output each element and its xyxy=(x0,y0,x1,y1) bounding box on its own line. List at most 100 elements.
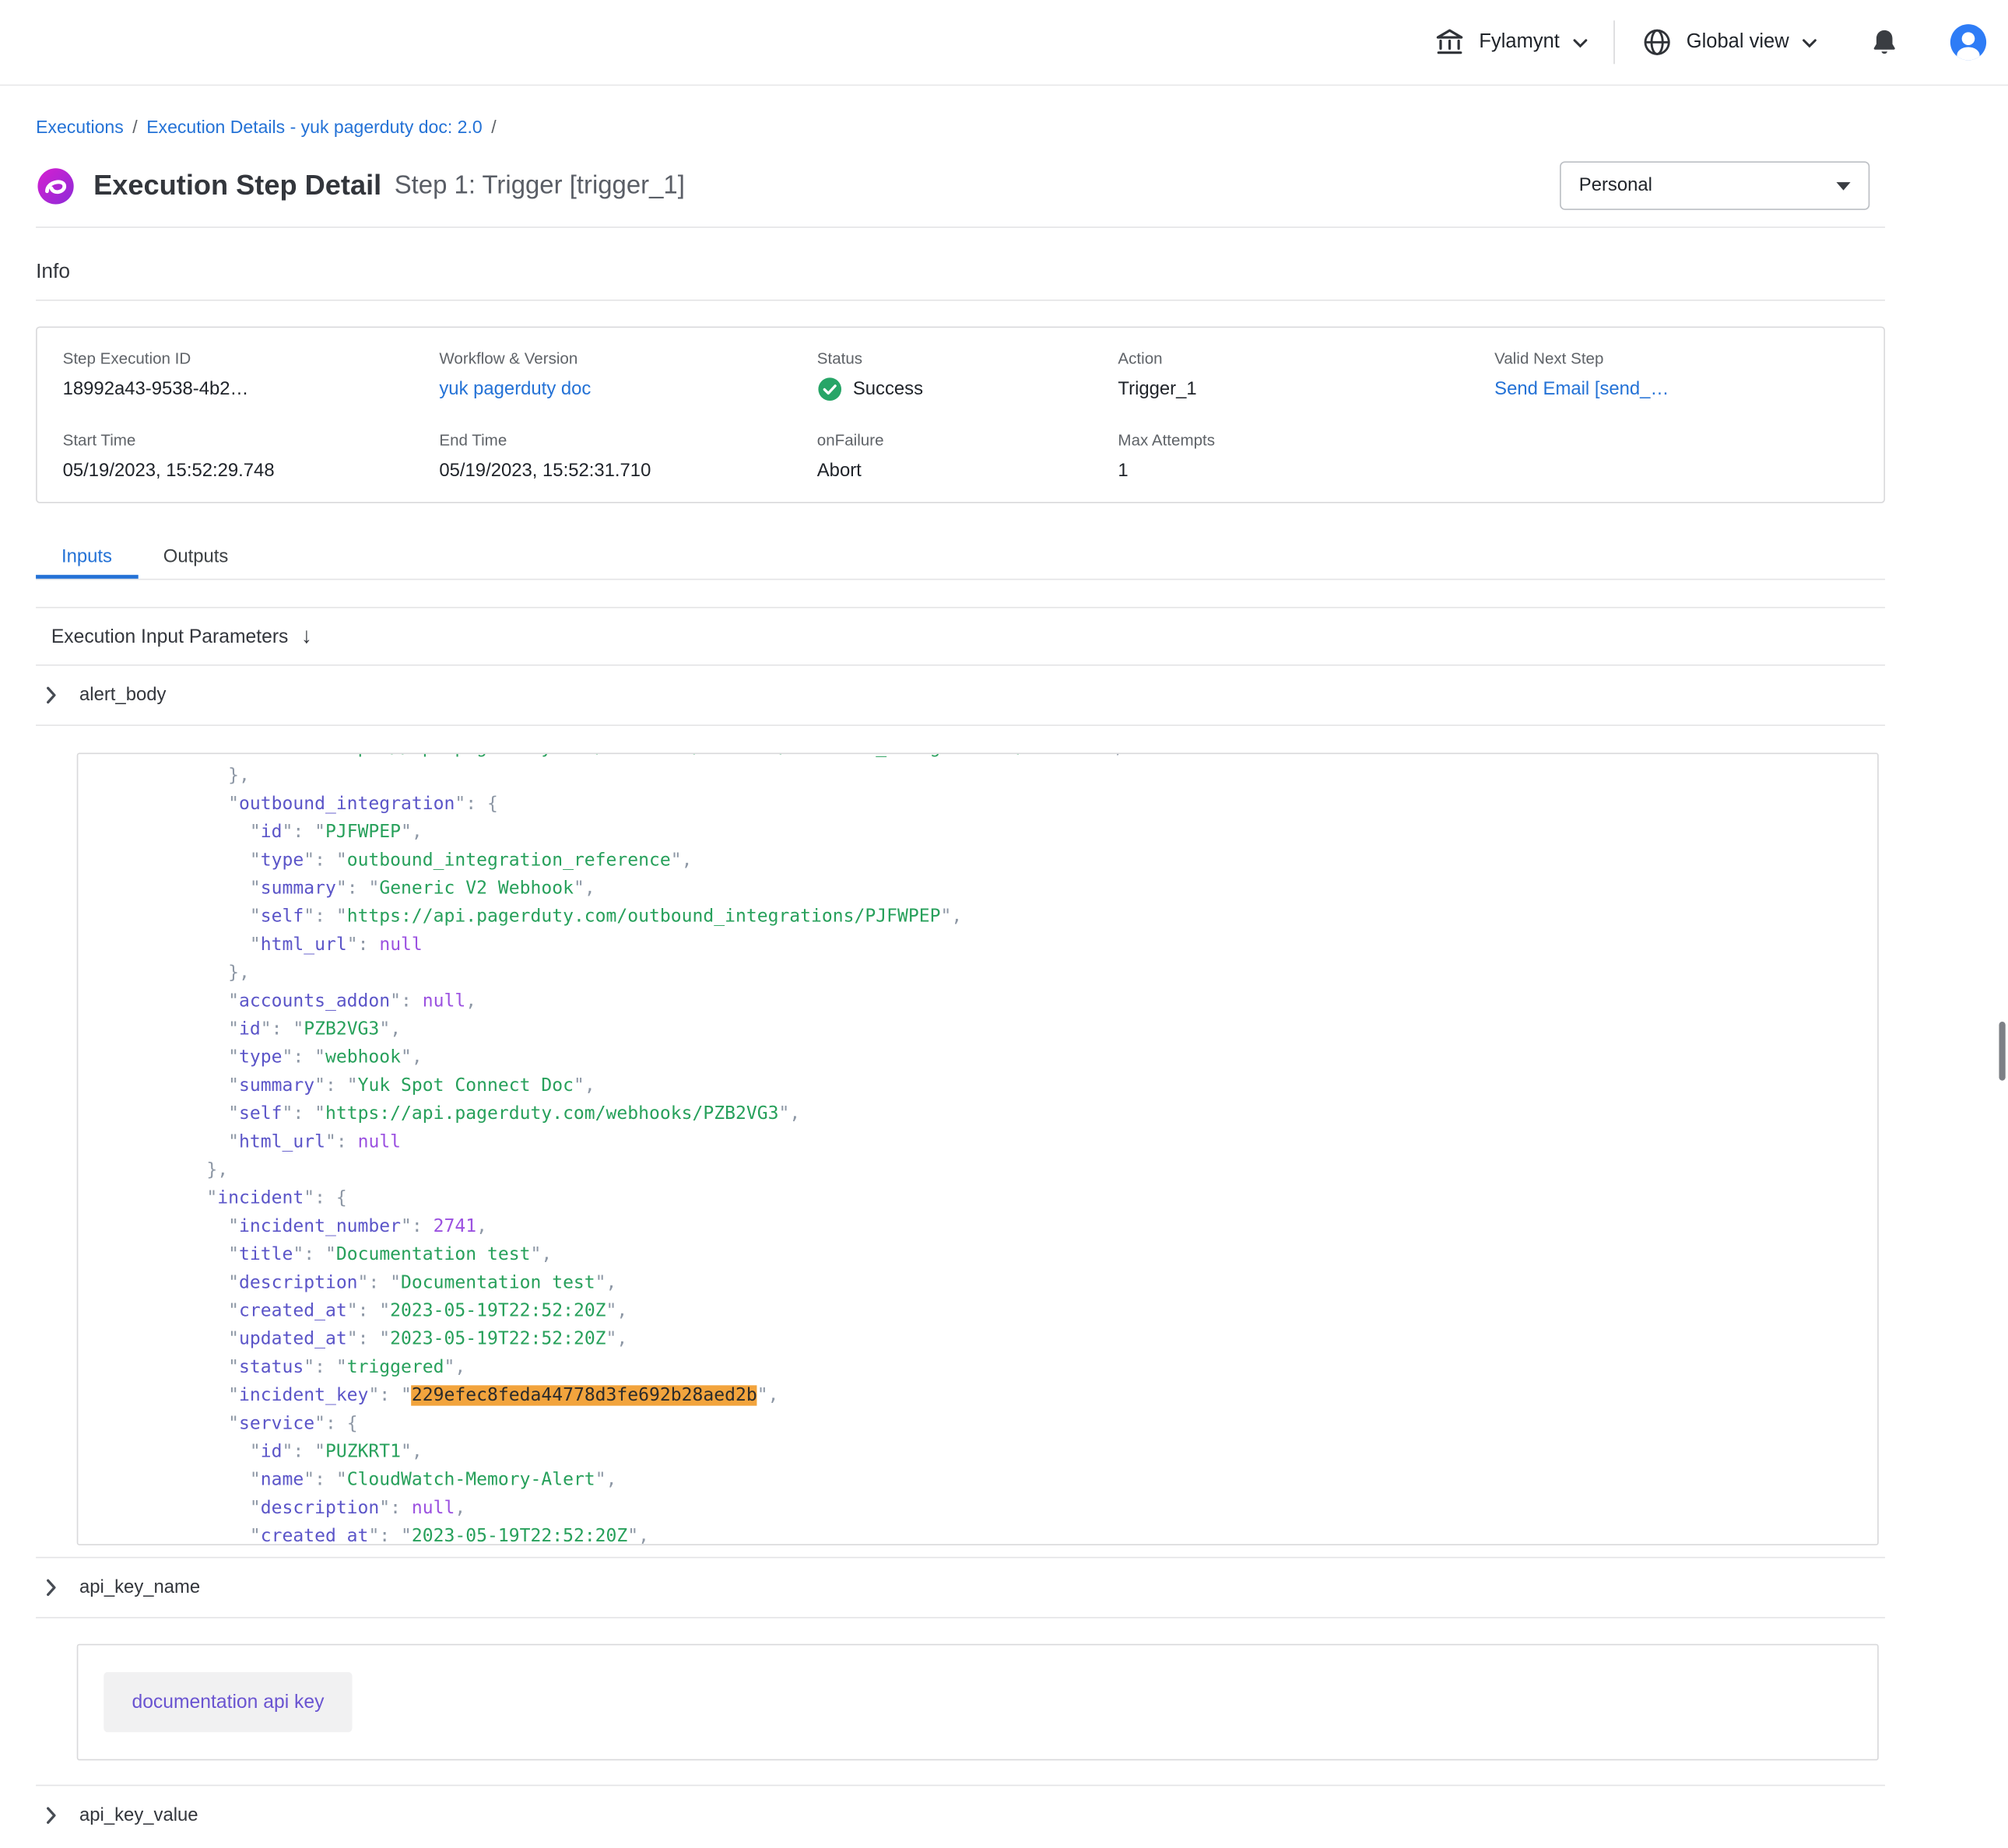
code-line: "title": "Documentation test", xyxy=(99,1240,1857,1268)
org-name: Fylamynt xyxy=(1479,30,1559,54)
user-avatar[interactable] xyxy=(1949,23,1987,61)
app-root: Fylamynt Global view xyxy=(0,0,2008,1848)
breadcrumb-execution-details[interactable]: Execution Details - yuk pagerduty doc: 2… xyxy=(146,117,483,137)
section-alert-body[interactable]: alert_body xyxy=(36,666,1885,726)
code-line: "type": "outbound_integration_reference"… xyxy=(99,847,1857,875)
code-line: "created_at": "2023-05-19T22:52:20Z", xyxy=(99,1522,1857,1545)
scrollbar-thumb[interactable] xyxy=(1999,1022,2005,1081)
view-switcher[interactable]: Global view xyxy=(1638,18,1820,67)
info-field-status: StatusSuccess xyxy=(817,349,1118,402)
json-code: "self": "https://api.pagerduty.com/webho… xyxy=(78,752,1877,1545)
section-api-key-name[interactable]: api_key_name xyxy=(36,1557,1885,1618)
divider xyxy=(36,226,1885,228)
breadcrumb-separator: / xyxy=(491,117,496,137)
field-label: Status xyxy=(817,349,1118,369)
code-line: "id": "PJFWPEP", xyxy=(99,818,1857,846)
tab-outputs[interactable]: Outputs xyxy=(138,536,254,578)
section-label: alert_body xyxy=(79,685,166,705)
globe-icon xyxy=(1641,26,1674,59)
field-value: 1 xyxy=(1118,458,1494,484)
check-circle-icon xyxy=(817,377,843,402)
field-label: Action xyxy=(1118,349,1494,369)
chevron-right-icon xyxy=(46,686,56,704)
bell-icon xyxy=(1869,43,1901,62)
field-label: Valid Next Step xyxy=(1494,349,1858,369)
code-line: "type": "webhook", xyxy=(99,1043,1857,1071)
alert-body-json-viewer[interactable]: "self": "https://api.pagerduty.com/webho… xyxy=(77,752,1879,1545)
info-heading: Info xyxy=(36,261,1885,285)
chevron-down-icon xyxy=(1837,181,1851,191)
code-line: "accounts_addon": null, xyxy=(99,987,1857,1015)
section-api-key-value[interactable]: api_key_value xyxy=(36,1785,1885,1845)
field-label: Max Attempts xyxy=(1118,430,1494,451)
info-card: Step Execution ID 18992a43-9538-4b2…Workf… xyxy=(36,327,1885,503)
scope-select[interactable]: Personal xyxy=(1560,161,1869,210)
info-field-start-time: Start Time 05/19/2023, 15:52:29.748 xyxy=(63,430,440,484)
api-key-name-chip: documentation api key xyxy=(104,1672,352,1732)
notifications-button[interactable] xyxy=(1869,26,1901,58)
code-line: }, xyxy=(99,959,1857,987)
api-key-name-value-box: documentation api key xyxy=(77,1644,1879,1761)
code-line: "description": null, xyxy=(99,1494,1857,1522)
info-field-end-time: End Time05/19/2023, 15:52:31.710 xyxy=(439,430,816,484)
org-switcher[interactable]: Fylamynt xyxy=(1431,18,1590,67)
code-line: "self": "https://api.pagerduty.com/webho… xyxy=(99,1099,1857,1127)
bank-icon xyxy=(1433,26,1466,59)
field-value: 05/19/2023, 15:52:31.710 xyxy=(439,458,816,484)
code-line: "description": "Documentation test", xyxy=(99,1269,1857,1297)
code-line: }, xyxy=(99,762,1857,790)
code-line: "id": "PUZKRT1", xyxy=(99,1438,1857,1466)
code-line: "incident_key": "229efec8feda44778d3fe69… xyxy=(99,1381,1857,1409)
page-title: Execution Step Detail xyxy=(93,169,381,202)
code-line: "self": "https://api.pagerduty.com/webho… xyxy=(99,752,1857,762)
field-value[interactable]: Send Email [send_… xyxy=(1494,377,1858,402)
field-value: 05/19/2023, 15:52:29.748 xyxy=(63,458,440,484)
divider xyxy=(36,300,1885,301)
page-header: Execution Step Detail Step 1: Trigger [t… xyxy=(36,157,1885,213)
info-field-onfailure: onFailureAbort xyxy=(817,430,1118,484)
code-line: "updated_at": "2023-05-19T22:52:20Z", xyxy=(99,1325,1857,1353)
breadcrumb-separator: / xyxy=(132,117,137,137)
main-content: Executions / Execution Details - yuk pag… xyxy=(36,117,1885,1845)
code-line: "incident_number": 2741, xyxy=(99,1212,1857,1240)
field-value[interactable]: yuk pagerduty doc xyxy=(439,377,816,402)
execution-step-icon xyxy=(36,166,75,205)
field-label: Start Time xyxy=(63,430,440,451)
chevron-down-icon xyxy=(1802,36,1817,48)
field-label: Step Execution ID xyxy=(63,349,440,369)
topbar-divider xyxy=(1613,20,1615,64)
code-line: }, xyxy=(99,1156,1857,1184)
code-line: "html_url": null xyxy=(99,1128,1857,1156)
field-value: 18992a43-9538-4b2… xyxy=(63,377,440,402)
code-line: "summary": "Yuk Spot Connect Doc", xyxy=(99,1071,1857,1099)
download-arrow-icon[interactable]: ↓ xyxy=(301,623,312,649)
code-line: "self": "https://api.pagerduty.com/outbo… xyxy=(99,903,1857,931)
chevron-down-icon xyxy=(1572,36,1588,48)
code-line: "status": "triggered", xyxy=(99,1353,1857,1381)
params-heading: Execution Input Parameters xyxy=(51,626,289,647)
code-line: "name": "CloudWatch-Memory-Alert", xyxy=(99,1466,1857,1494)
field-value: Trigger_1 xyxy=(1118,377,1494,402)
code-line: "summary": "Generic V2 Webhook", xyxy=(99,875,1857,903)
scope-select-value: Personal xyxy=(1579,175,1652,195)
view-name: Global view xyxy=(1687,30,1789,54)
chevron-right-icon xyxy=(46,1807,56,1825)
info-field-max-attempts: Max Attempts 1 xyxy=(1118,430,1494,484)
info-field-valid-next-step: Valid Next Step Send Email [send_… xyxy=(1494,349,1858,402)
top-bar: Fylamynt Global view xyxy=(0,0,2008,86)
code-line: "html_url": null xyxy=(99,931,1857,959)
page-subtitle: Step 1: Trigger [trigger_1] xyxy=(395,171,685,201)
info-field-step-execution-id: Step Execution ID 18992a43-9538-4b2… xyxy=(63,349,440,402)
execution-input-parameters-header: Execution Input Parameters ↓ xyxy=(36,607,1885,666)
chevron-right-icon xyxy=(46,1579,56,1597)
info-field-workflow-version: Workflow & Versionyuk pagerduty doc xyxy=(439,349,816,402)
tab-inputs[interactable]: Inputs xyxy=(36,536,138,578)
breadcrumb: Executions / Execution Details - yuk pag… xyxy=(36,117,1885,137)
tabs: InputsOutputs xyxy=(36,536,1885,580)
breadcrumb-executions[interactable]: Executions xyxy=(36,117,124,137)
code-line: "created_at": "2023-05-19T22:52:20Z", xyxy=(99,1297,1857,1325)
section-label: api_key_value xyxy=(79,1805,198,1825)
code-line: "outbound_integration": { xyxy=(99,790,1857,818)
field-label: onFailure xyxy=(817,430,1118,451)
info-grid: Step Execution ID 18992a43-9538-4b2…Workf… xyxy=(37,328,1884,502)
